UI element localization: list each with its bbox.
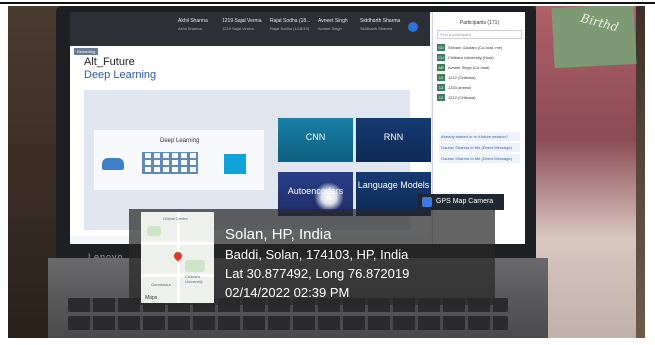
maps-logo: Maps (145, 295, 158, 301)
map-label: Global Centre (163, 216, 188, 221)
diagram-label: Deep Learning (160, 138, 200, 144)
participant-item[interactable]: 12 1212 (Chitkara) (437, 73, 522, 82)
map-thumbnail: Global Centre Chitkara University Gurudw… (141, 212, 214, 303)
participant-tile[interactable]: 1219 Sajal Verma 1219 Sajal Verma (222, 18, 261, 40)
participant-search-input[interactable]: Find a participant (437, 30, 522, 39)
gps-camera-icon (422, 197, 432, 207)
participant-item[interactable]: SD Shivam Gautam (Co-host, me) (437, 43, 522, 52)
map-pin-icon (172, 250, 184, 262)
participant-tile[interactable]: Siddharth Sharma Siddharth Sharma (360, 18, 400, 40)
avatar: AR (437, 64, 445, 71)
avatar: SD (437, 44, 445, 51)
chat-message: Gaurav Sharma to Me (Direct Message) (439, 143, 520, 152)
map-park (147, 226, 161, 236)
tile-cnn: CNN (278, 118, 353, 162)
gps-map-camera-badge: GPS Map Camera (418, 194, 504, 210)
participant-item[interactable]: CU Chitkara University (Host) (437, 53, 522, 62)
recording-tag: Recording (74, 48, 99, 55)
car-icon (102, 158, 124, 170)
participant-avatar-icon[interactable] (408, 22, 418, 32)
participant-tile[interactable]: Akhil Sharma Akhil Sharma (178, 18, 208, 40)
avatar: CU (437, 54, 445, 61)
card-text: Birthd (579, 10, 621, 35)
neural-network-icon (142, 152, 198, 174)
gps-badge-label: GPS Map Camera (436, 198, 494, 205)
participant-item[interactable]: AR Avneet Singh (Co-host) (437, 63, 522, 72)
avatar: 12 (437, 94, 445, 101)
map-label: Chitkara University (185, 274, 203, 284)
light-glare (314, 182, 344, 212)
top-rule (0, 2, 655, 4)
map-park (185, 260, 205, 272)
overlay-coordinates: Lat 30.877492, Long 76.872019 (225, 266, 410, 281)
participant-item[interactable]: 12 1212 (Chitkara) (437, 93, 522, 102)
key-row (68, 316, 508, 330)
output-box (224, 154, 246, 174)
overlay-datetime: 02/14/2022 02:39 PM (225, 285, 350, 300)
chat-message: Gaurav Sharma to Me (Direct Message) (439, 154, 520, 163)
tile-rnn: RNN (356, 118, 431, 162)
map-label: Gurudwara (151, 282, 171, 287)
slide-subtitle: Deep Learning (84, 69, 157, 81)
deep-learning-diagram: Deep Learning (94, 130, 264, 190)
panel-title: Participants (171) (459, 20, 500, 26)
photo-frame: Birthd Akhil Sharma Akhil Sharma 1219 Sa… (8, 6, 645, 338)
avatar: 12 (437, 74, 445, 81)
chat-message: Already started or is it future session? (439, 132, 520, 141)
participant-tile[interactable]: Rajat Sodha (18... Rajat Sodha (1/18/10) (270, 18, 310, 40)
avatar: 13 (437, 84, 445, 91)
shared-slide: Recording Alt_Future Deep Learning Deep … (70, 46, 431, 236)
overlay-city: Solan, HP, India (225, 226, 332, 243)
slide-title: Alt_Future (84, 56, 135, 68)
zoom-participant-strip: Akhil Sharma Akhil Sharma 1219 Sajal Ver… (70, 12, 430, 46)
participant-item[interactable]: 13 1333 aneesh (437, 83, 522, 92)
overlay-address: Baddi, Solan, 174103, HP, India (225, 247, 409, 262)
location-overlay: Global Centre Chitkara University Gurudw… (129, 209, 495, 305)
participant-tile[interactable]: Avneet Singh Avneet Singh (318, 18, 348, 40)
birthday-card: Birthd (551, 6, 637, 69)
